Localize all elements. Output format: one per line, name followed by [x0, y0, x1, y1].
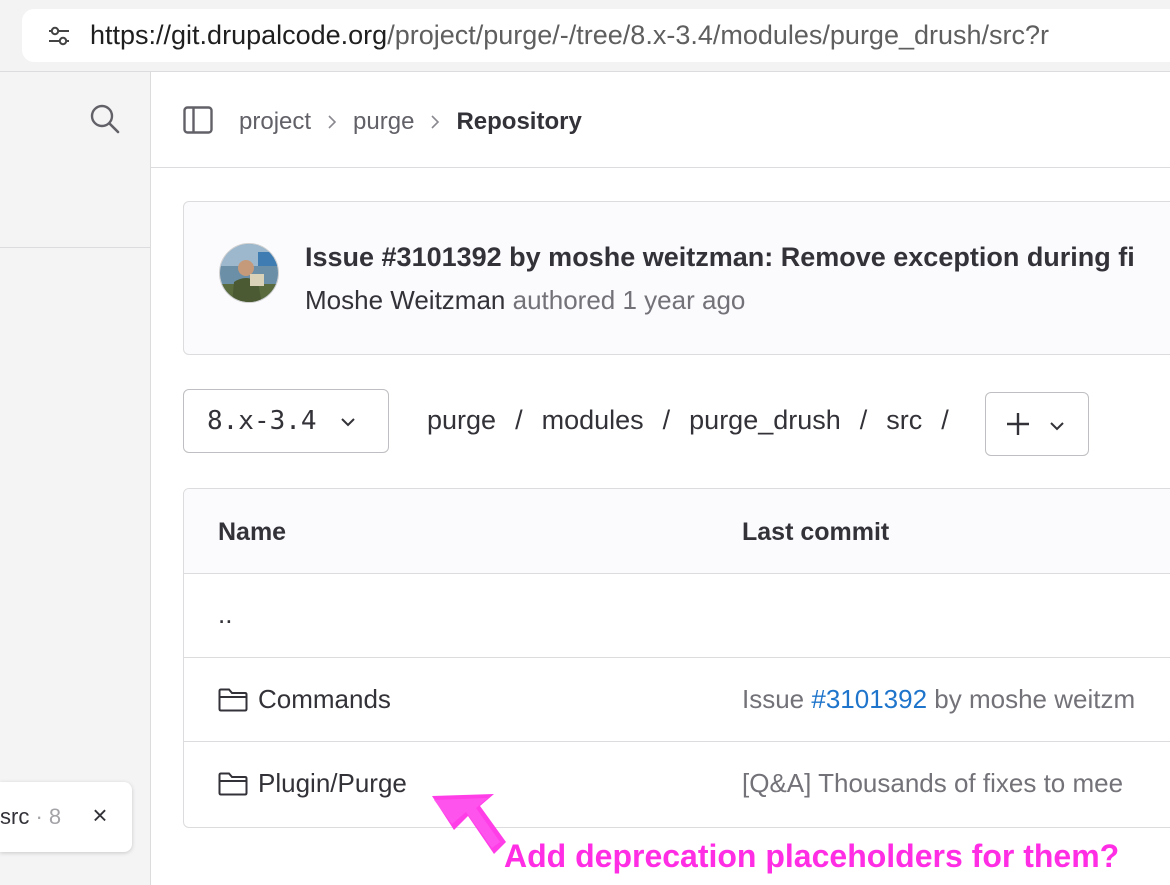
- path-segment-purge[interactable]: purge: [427, 405, 496, 436]
- path-segment-purge-drush[interactable]: purge_drush: [689, 405, 841, 436]
- url-path: /project/purge/-/tree/8.x-3.4/modules/pu…: [387, 20, 1050, 50]
- add-to-tree-button[interactable]: [985, 392, 1089, 456]
- search-icon[interactable]: [88, 102, 122, 136]
- branch-label: 8.x-3.4: [207, 406, 317, 436]
- commit-time: 1 year ago: [622, 285, 746, 315]
- avatar-image: [220, 244, 278, 302]
- table-row[interactable]: Plugin/Purge [Q&A] Thousands of fixes to…: [184, 742, 1170, 826]
- table-row[interactable]: Commands Issue #3101392 by moshe weitzm: [184, 658, 1170, 742]
- chevron-right-icon: [431, 115, 440, 129]
- annotation-arrow-icon: [432, 794, 506, 854]
- commit-message-suffix: by moshe weitzm: [927, 684, 1136, 714]
- annotation-text: Add deprecation placeholders for them?: [504, 838, 1120, 874]
- folder-icon: [218, 688, 248, 712]
- path-separator: /: [662, 405, 671, 435]
- folder-icon: [218, 772, 248, 796]
- chevron-down-icon: [1050, 422, 1064, 431]
- commit-title[interactable]: Issue #3101392 by moshe weitzman: Remove…: [305, 242, 1135, 273]
- left-sidebar: src · 8 ×: [0, 72, 151, 885]
- recent-item-toast[interactable]: src · 8 ×: [0, 782, 132, 852]
- commit-meta: Moshe Weitzman authored 1 year ago: [305, 285, 745, 316]
- commit-message[interactable]: [Q&A] Thousands of fixes to mee: [742, 768, 1123, 799]
- chevron-down-icon: [341, 418, 355, 427]
- plus-icon: [1007, 413, 1029, 435]
- top-header: project purge Repository: [151, 72, 1170, 168]
- chevron-right-icon: [328, 115, 337, 129]
- file-name-link[interactable]: Plugin/Purge: [258, 768, 407, 799]
- close-icon[interactable]: ×: [89, 802, 111, 828]
- commit-author[interactable]: Moshe Weitzman: [305, 285, 505, 315]
- path-segment-modules[interactable]: modules: [542, 405, 644, 436]
- table-header: Name Last commit: [184, 489, 1170, 574]
- branch-selector[interactable]: 8.x-3.4: [183, 389, 389, 453]
- breadcrumb-repository[interactable]: Repository: [456, 108, 581, 136]
- last-commit-card: Issue #3101392 by moshe weitzman: Remove…: [183, 201, 1170, 355]
- breadcrumb-project[interactable]: project: [239, 108, 311, 136]
- path-separator: /: [515, 405, 523, 435]
- parent-directory-row[interactable]: ..: [184, 574, 1170, 658]
- path-separator: /: [941, 405, 949, 435]
- toast-label: src · 8: [0, 804, 61, 830]
- file-name-link[interactable]: Commands: [258, 684, 391, 715]
- breadcrumb: project purge Repository: [239, 108, 582, 136]
- file-tree-table: Name Last commit .. Commands Issue #3101…: [183, 488, 1170, 828]
- url-text[interactable]: https://git.drupalcode.org/project/purge…: [90, 20, 1049, 51]
- path-segment-src[interactable]: src: [886, 405, 922, 436]
- browser-toolbar: https://git.drupalcode.org/project/purge…: [0, 0, 1170, 72]
- column-header-last-commit: Last commit: [742, 518, 890, 546]
- parent-directory-link[interactable]: ..: [218, 599, 232, 630]
- commit-message-prefix: [Q&A] Thousands of fixes to mee: [742, 768, 1124, 798]
- commit-message[interactable]: Issue #3101392 by moshe weitzm: [742, 684, 1135, 715]
- issue-link[interactable]: #3101392: [811, 684, 927, 714]
- breadcrumb-purge[interactable]: purge: [353, 108, 414, 136]
- path-separator: /: [859, 405, 868, 435]
- url-host: https://git.drupalcode.org: [90, 20, 388, 50]
- repo-path: purge / modules / purge_drush / src /: [427, 405, 968, 436]
- sidebar-toggle-icon[interactable]: [183, 106, 213, 134]
- sidebar-header: [0, 72, 150, 248]
- commit-action: authored: [512, 285, 616, 315]
- commit-message-prefix: Issue: [742, 684, 812, 714]
- address-bar[interactable]: https://git.drupalcode.org/project/purge…: [22, 9, 1170, 62]
- column-header-name: Name: [218, 518, 287, 546]
- avatar[interactable]: [219, 243, 279, 303]
- site-settings-icon[interactable]: [46, 23, 72, 49]
- toast-muted: · 8: [29, 804, 62, 829]
- toast-text: src: [0, 804, 30, 829]
